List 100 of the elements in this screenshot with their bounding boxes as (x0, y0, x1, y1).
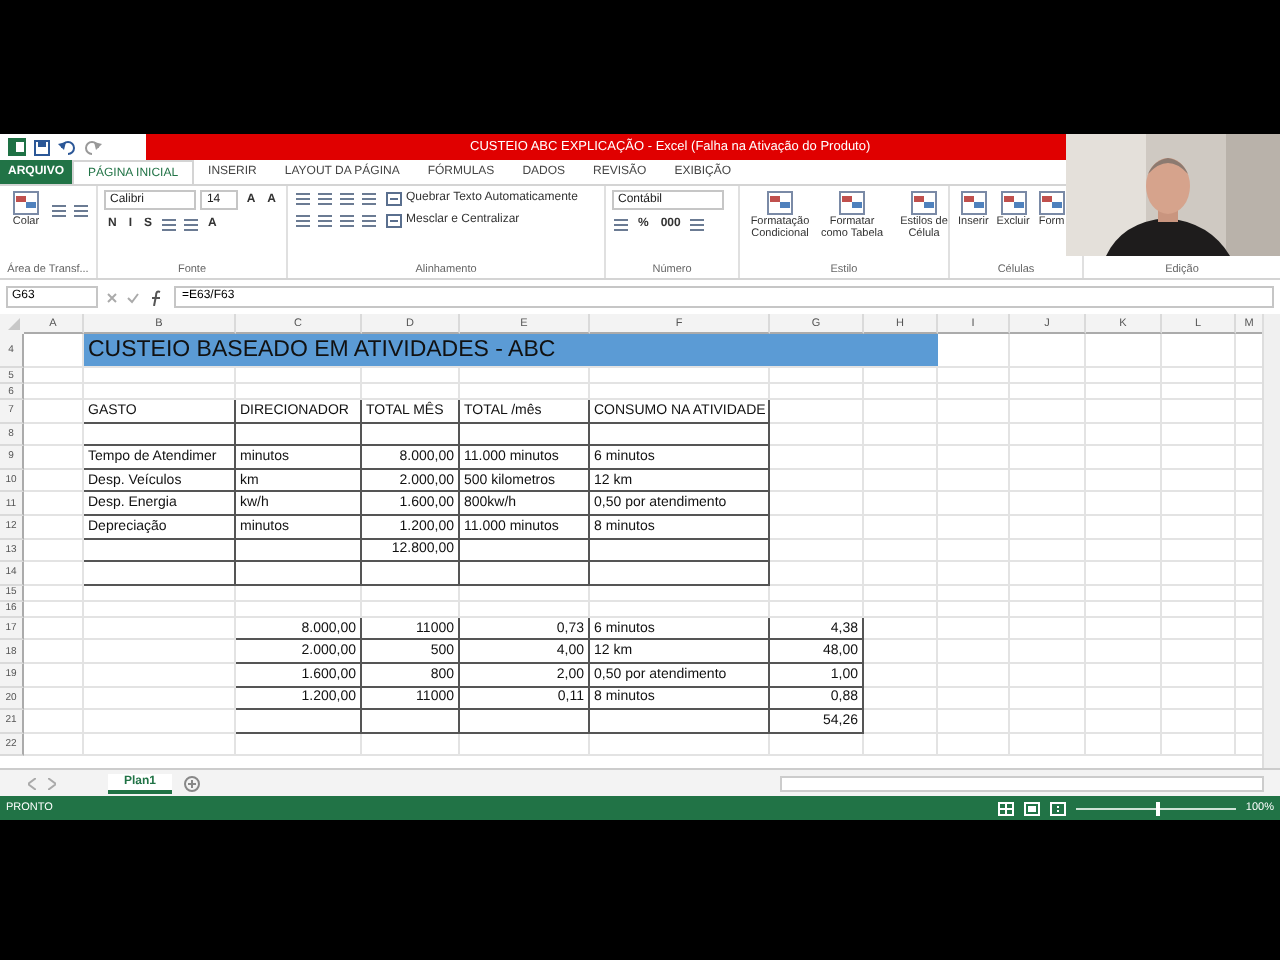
table-cell (1010, 423, 1086, 447)
table-cell (864, 640, 938, 664)
table-cell (1086, 515, 1162, 540)
table-cell (864, 601, 938, 618)
table-cell (24, 469, 84, 493)
table-cell (460, 601, 590, 618)
table-cell (1010, 492, 1086, 516)
lines-icon[interactable] (182, 216, 201, 232)
table-cell (1162, 617, 1236, 641)
table-cell (362, 733, 460, 757)
table-cell (1010, 585, 1086, 602)
table-cell (1086, 562, 1162, 586)
table-cell (24, 710, 84, 734)
cancel-icon[interactable] (106, 291, 118, 303)
table-cell (864, 469, 938, 493)
table-cell (864, 687, 938, 711)
lines-icon[interactable] (688, 216, 707, 232)
table-cell (24, 446, 84, 470)
table-cell (362, 585, 460, 602)
table-cell (938, 492, 1010, 516)
table-cell (770, 446, 864, 470)
table-cell (24, 423, 84, 447)
table-cell (24, 601, 84, 618)
lines-icon[interactable] (316, 212, 334, 228)
table-cell (1086, 446, 1162, 470)
lines-icon[interactable] (338, 212, 356, 228)
page-break-icon[interactable] (1049, 801, 1066, 815)
save-icon[interactable] (34, 139, 50, 155)
lines-icon[interactable] (294, 212, 312, 228)
table-cell (1086, 687, 1162, 711)
table-cell (864, 400, 938, 424)
table-cell (24, 733, 84, 757)
table-cell (1086, 617, 1162, 641)
table-cell (864, 562, 938, 586)
lines-icon[interactable] (338, 190, 356, 206)
scrollbar[interactable] (780, 775, 1264, 791)
table-cell (770, 400, 864, 424)
table-cell (1162, 423, 1236, 447)
sheet-icon (910, 190, 938, 216)
table-cell (1010, 710, 1086, 734)
table-cell (1162, 446, 1236, 470)
table-cell (938, 423, 1010, 447)
table-cell (1010, 334, 1086, 368)
check-icon[interactable] (126, 291, 140, 303)
table-cell (938, 601, 1010, 618)
table-cell (770, 469, 864, 493)
slider-thumb[interactable] (1155, 801, 1160, 815)
sheet-icon (999, 190, 1028, 216)
table-cell (24, 663, 84, 688)
lines-icon[interactable] (50, 201, 68, 217)
table-cell (770, 492, 864, 516)
sheet-icon (1037, 190, 1066, 216)
table-cell (1162, 492, 1236, 516)
table-cell (770, 562, 864, 586)
table-cell (938, 400, 1010, 424)
lines-icon[interactable] (160, 216, 179, 232)
table-cell (938, 640, 1010, 664)
table-cell (1086, 469, 1162, 493)
table-cell (1010, 446, 1086, 470)
page-layout-icon[interactable] (1023, 801, 1040, 815)
undo-icon[interactable] (58, 139, 76, 155)
lines-icon[interactable] (360, 212, 378, 228)
table-cell (24, 562, 84, 586)
grid-icon (386, 213, 402, 227)
table-cell (24, 617, 84, 641)
redo-icon[interactable] (84, 139, 102, 155)
table-cell (770, 585, 864, 602)
lines-icon[interactable] (72, 201, 90, 217)
title-text: CUSTEIO BASEADO EM ATIVIDADES - ABC (88, 338, 556, 362)
table-cell (236, 585, 362, 602)
table-cell (1162, 601, 1236, 618)
table-cell (938, 663, 1010, 688)
sheet-icon (838, 190, 866, 216)
table-cell (1162, 710, 1236, 734)
table-cell (864, 446, 938, 470)
table-cell (770, 423, 864, 447)
table-cell (1162, 687, 1236, 711)
table-cell (938, 687, 1010, 711)
function-icon[interactable] (148, 289, 166, 305)
lines-icon[interactable] (612, 216, 630, 232)
lines-icon[interactable] (360, 190, 378, 206)
lines-icon[interactable] (316, 190, 334, 206)
table-cell (1162, 733, 1236, 757)
table-cell (1010, 617, 1086, 641)
table-cell (1162, 585, 1236, 602)
table-cell (1010, 469, 1086, 493)
table-cell (1086, 400, 1162, 424)
add-sheet-icon[interactable] (184, 775, 201, 791)
table-cell (770, 733, 864, 757)
normal-view-icon[interactable] (997, 801, 1014, 815)
table-cell (1086, 334, 1162, 368)
table-cell (1162, 400, 1236, 424)
scrollbar[interactable] (1262, 314, 1280, 768)
table-cell (864, 423, 938, 447)
table-cell (938, 733, 1010, 757)
table-cell (864, 733, 938, 757)
table-cell (938, 515, 1010, 540)
table-cell (1086, 585, 1162, 602)
table-cell (24, 687, 84, 711)
lines-icon[interactable] (294, 190, 312, 206)
